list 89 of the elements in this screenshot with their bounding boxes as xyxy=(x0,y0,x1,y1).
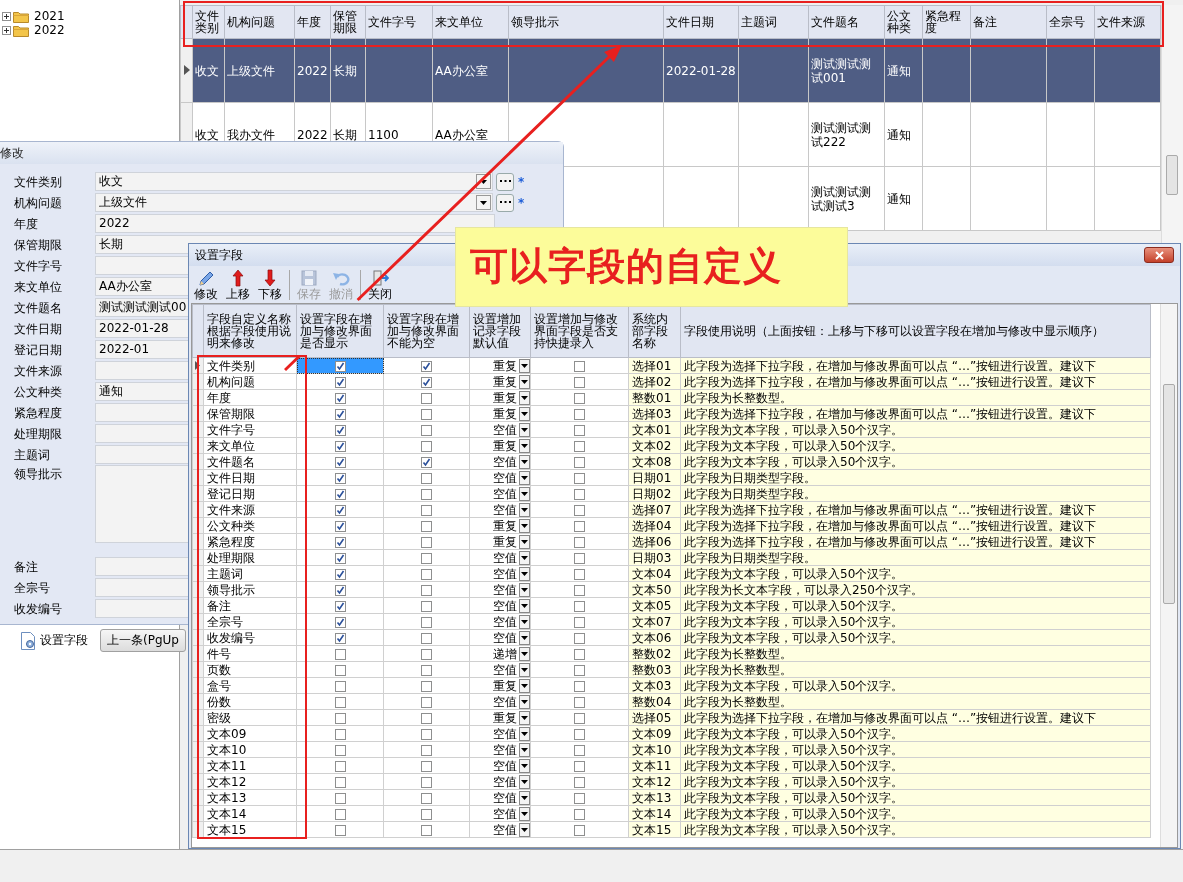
default-value: 空值 xyxy=(493,566,517,581)
default-value: 空值 xyxy=(493,694,517,709)
table-cell: 年度 xyxy=(203,389,297,406)
default-value: 空值 xyxy=(493,822,517,837)
default-value: 重复 xyxy=(493,374,517,389)
field-label: 紧急程度 xyxy=(14,404,63,422)
field-label: 文件来源 xyxy=(14,362,63,380)
table-cell: AA办公室 xyxy=(432,38,509,103)
field-label: 年度 xyxy=(14,215,39,233)
table-cell: 处理期限 xyxy=(203,549,297,566)
default-value: 空值 xyxy=(493,614,517,629)
default-value: 空值 xyxy=(493,726,517,741)
default-value: 空值 xyxy=(493,582,517,597)
default-value: 空值 xyxy=(493,486,517,501)
default-value: 重复 xyxy=(493,358,517,373)
default-value: 空值 xyxy=(493,790,517,805)
default-value: 重复 xyxy=(493,678,517,693)
dialog-title: 设置字段 xyxy=(195,246,243,264)
table-cell: 公文种类 xyxy=(203,517,297,534)
default-value: 空值 xyxy=(493,502,517,517)
window-title: 修改 xyxy=(0,142,563,164)
table-cell: 文件字号 xyxy=(203,421,297,438)
default-value: 空值 xyxy=(493,630,517,645)
table-cell: 收发编号 xyxy=(203,629,297,646)
table-cell: 文件题名 xyxy=(203,453,297,470)
field-label: 主题词 xyxy=(14,446,51,464)
default-value: 重复 xyxy=(493,534,517,549)
field-label: 备注 xyxy=(14,558,39,576)
table-cell: 测试测试测试测试3 xyxy=(808,166,885,231)
table-cell: 上级文件 xyxy=(224,38,295,103)
field-label: 机构问题 xyxy=(14,194,63,212)
default-value: 空值 xyxy=(493,758,517,773)
table-cell: 备注 xyxy=(203,597,297,614)
default-value: 递增 xyxy=(493,646,517,661)
field-label: 文件题名 xyxy=(14,299,63,317)
annotation-label: 可以字段的自定义 xyxy=(455,227,848,307)
table-cell: 通知 xyxy=(884,166,923,231)
table-cell: 机构问题 xyxy=(203,373,297,390)
default-value: 空值 xyxy=(493,774,517,789)
table-cell: 登记日期 xyxy=(203,485,297,502)
table-cell: 文件来源 xyxy=(203,501,297,518)
default-value: 空值 xyxy=(493,454,517,469)
table-cell: 主题词 xyxy=(203,565,297,582)
field-label: 领导批示 xyxy=(14,466,63,483)
default-value: 重复 xyxy=(493,518,517,533)
default-value: 重复 xyxy=(493,710,517,725)
default-value: 重复 xyxy=(493,406,517,421)
default-value: 重复 xyxy=(493,390,517,405)
field-label: 文件字号 xyxy=(14,257,63,275)
table-cell: 领导批示 xyxy=(203,581,297,598)
field-label: 文件日期 xyxy=(14,320,63,338)
table-cell: 盒号 xyxy=(203,677,297,694)
table-cell: 保管期限 xyxy=(203,405,297,422)
field-label: 全宗号 xyxy=(14,579,51,597)
table-cell: 2022-01-28 xyxy=(663,38,739,103)
table-cell: 全宗号 xyxy=(203,613,297,630)
field-label: 保管期限 xyxy=(14,236,63,254)
table-cell: 测试测试测试222 xyxy=(808,102,885,167)
default-value: 空值 xyxy=(493,742,517,757)
table-cell: 份数 xyxy=(203,693,297,710)
default-value: 重复 xyxy=(493,438,517,453)
table-cell: 文件日期 xyxy=(203,469,297,486)
field-label: 登记日期 xyxy=(14,341,63,359)
default-value: 空值 xyxy=(493,662,517,677)
default-value: 空值 xyxy=(493,550,517,565)
table-cell: 件号 xyxy=(203,645,297,662)
table-cell: 文本09 xyxy=(203,725,297,742)
field-label: 公文种类 xyxy=(14,383,63,401)
table-cell: 文本10 xyxy=(203,741,297,758)
field-label: 处理期限 xyxy=(14,425,63,443)
default-value: 空值 xyxy=(493,422,517,437)
table-cell: 通知 xyxy=(884,102,923,167)
default-value: 空值 xyxy=(493,598,517,613)
table-cell: 密级 xyxy=(203,709,297,726)
required-marker: * xyxy=(518,195,525,210)
table-cell: 测试测试测试001 xyxy=(808,38,885,103)
table-cell: 文本12 xyxy=(203,773,297,790)
table-cell: 来文单位 xyxy=(203,437,297,454)
table-cell: 文本11 xyxy=(203,757,297,774)
table-cell: 紧急程度 xyxy=(203,533,297,550)
default-value: 空值 xyxy=(493,806,517,821)
table-cell: 文本13 xyxy=(203,789,297,806)
table-cell: 页数 xyxy=(203,661,297,678)
default-value: 空值 xyxy=(493,470,517,485)
field-label: 文件类别 xyxy=(14,173,63,191)
required-marker: * xyxy=(518,174,525,189)
field-label: 来文单位 xyxy=(14,278,63,296)
field-label: 收发编号 xyxy=(14,600,63,618)
table-cell: 文本14 xyxy=(203,805,297,822)
